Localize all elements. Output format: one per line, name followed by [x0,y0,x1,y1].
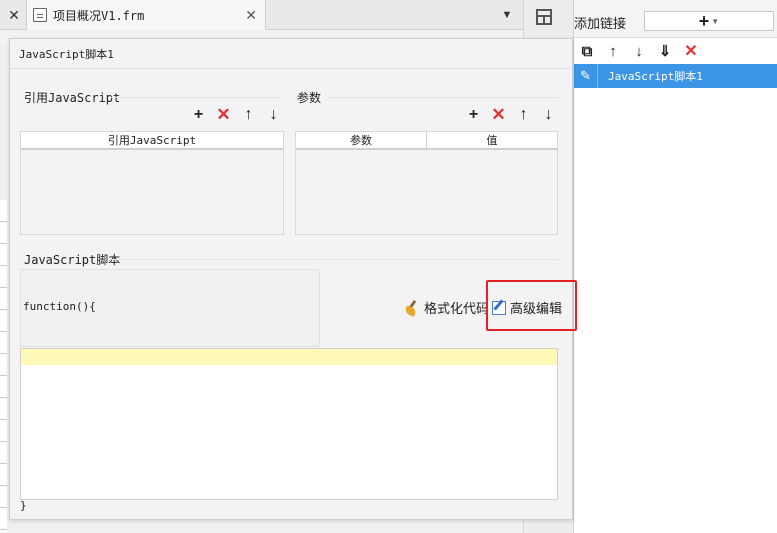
javascript-dialog: JavaScript脚本1 引用JavaScript + ✕ ↑ ↓ 引用Jav… [9,38,577,520]
ref-js-table[interactable]: 引用JavaScript [20,131,284,235]
tab-menu-icon[interactable]: ▼ [496,0,518,30]
pencil-icon: ✎ [574,64,598,88]
move-up-icon[interactable]: ↑ [236,106,261,124]
layout-icon[interactable] [536,9,552,25]
copy-icon[interactable]: ⧉ [574,40,600,62]
move-up-icon[interactable]: ↑ [511,106,536,124]
column-header-value[interactable]: 值 [426,132,557,148]
function-header-box: function(){ [20,269,320,347]
ref-js-toolbar: + ✕ ↑ ↓ [186,105,286,124]
table-header: 参数 值 [296,132,557,150]
column-header[interactable]: 引用JavaScript [21,132,283,148]
move-bottom-icon[interactable]: ⇓ [652,40,678,62]
chevron-down-icon: ▼ [711,16,720,26]
panel-title: 添加链接 [574,16,627,31]
params-table[interactable]: 参数 值 [295,131,558,235]
code-editor[interactable] [20,348,558,500]
list-item-label: JavaScript脚本1 [608,70,703,83]
divider [328,97,558,98]
function-close-text: } [20,499,27,512]
column-header-param[interactable]: 参数 [296,132,426,148]
dialog-title: JavaScript脚本1 [10,39,572,69]
move-up-icon[interactable]: ↑ [600,40,626,62]
divider [110,97,282,98]
list-item-selected[interactable]: ✎ JavaScript脚本1 [574,64,777,88]
script-label: JavaScript脚本 [24,253,121,267]
move-down-icon[interactable]: ↓ [626,40,652,62]
delete-icon[interactable]: ✕ [486,105,511,124]
editor-tab-bar: ✕ 项目概况V1.frm ✕ ▼ [0,0,523,30]
hyperlink-panel-header: 添加链接 + ▼ [574,0,777,38]
highlight-box [486,280,577,331]
add-link-dropdown[interactable]: + ▼ [644,11,774,31]
format-code-label: 格式化代码 [424,301,490,316]
hyperlink-panel: 添加链接 + ▼ ⧉ ↑ ↓ ⇓ ✕ ✎ JavaScript脚本1 [573,0,777,533]
brush-icon [404,300,420,316]
tab-file-name: 项目概况V1.frm [53,8,145,23]
add-icon[interactable]: + [461,106,486,124]
close-icon[interactable]: ✕ [245,7,257,24]
format-code-button[interactable]: 格式化代码 [404,298,489,317]
params-label: 参数 [297,91,322,105]
add-icon: + [698,11,710,31]
move-down-icon[interactable]: ↓ [536,106,561,124]
params-toolbar: + ✕ ↑ ↓ [461,105,561,124]
table-header: 引用JavaScript [21,132,283,150]
hyperlink-toolbar: ⧉ ↑ ↓ ⇓ ✕ [574,40,704,62]
report-grid [0,200,7,533]
delete-icon[interactable]: ✕ [211,105,236,124]
document-icon [33,8,47,22]
ref-js-label: 引用JavaScript [24,91,121,105]
divider [110,259,558,260]
current-line-highlight [21,349,557,365]
delete-icon[interactable]: ✕ [678,40,704,62]
tab-close-button[interactable]: ✕ [4,0,24,30]
move-down-icon[interactable]: ↓ [261,106,286,124]
add-icon[interactable]: + [186,106,211,124]
function-open-text: function(){ [23,300,96,313]
tab-file[interactable]: 项目概况V1.frm ✕ [26,0,266,30]
